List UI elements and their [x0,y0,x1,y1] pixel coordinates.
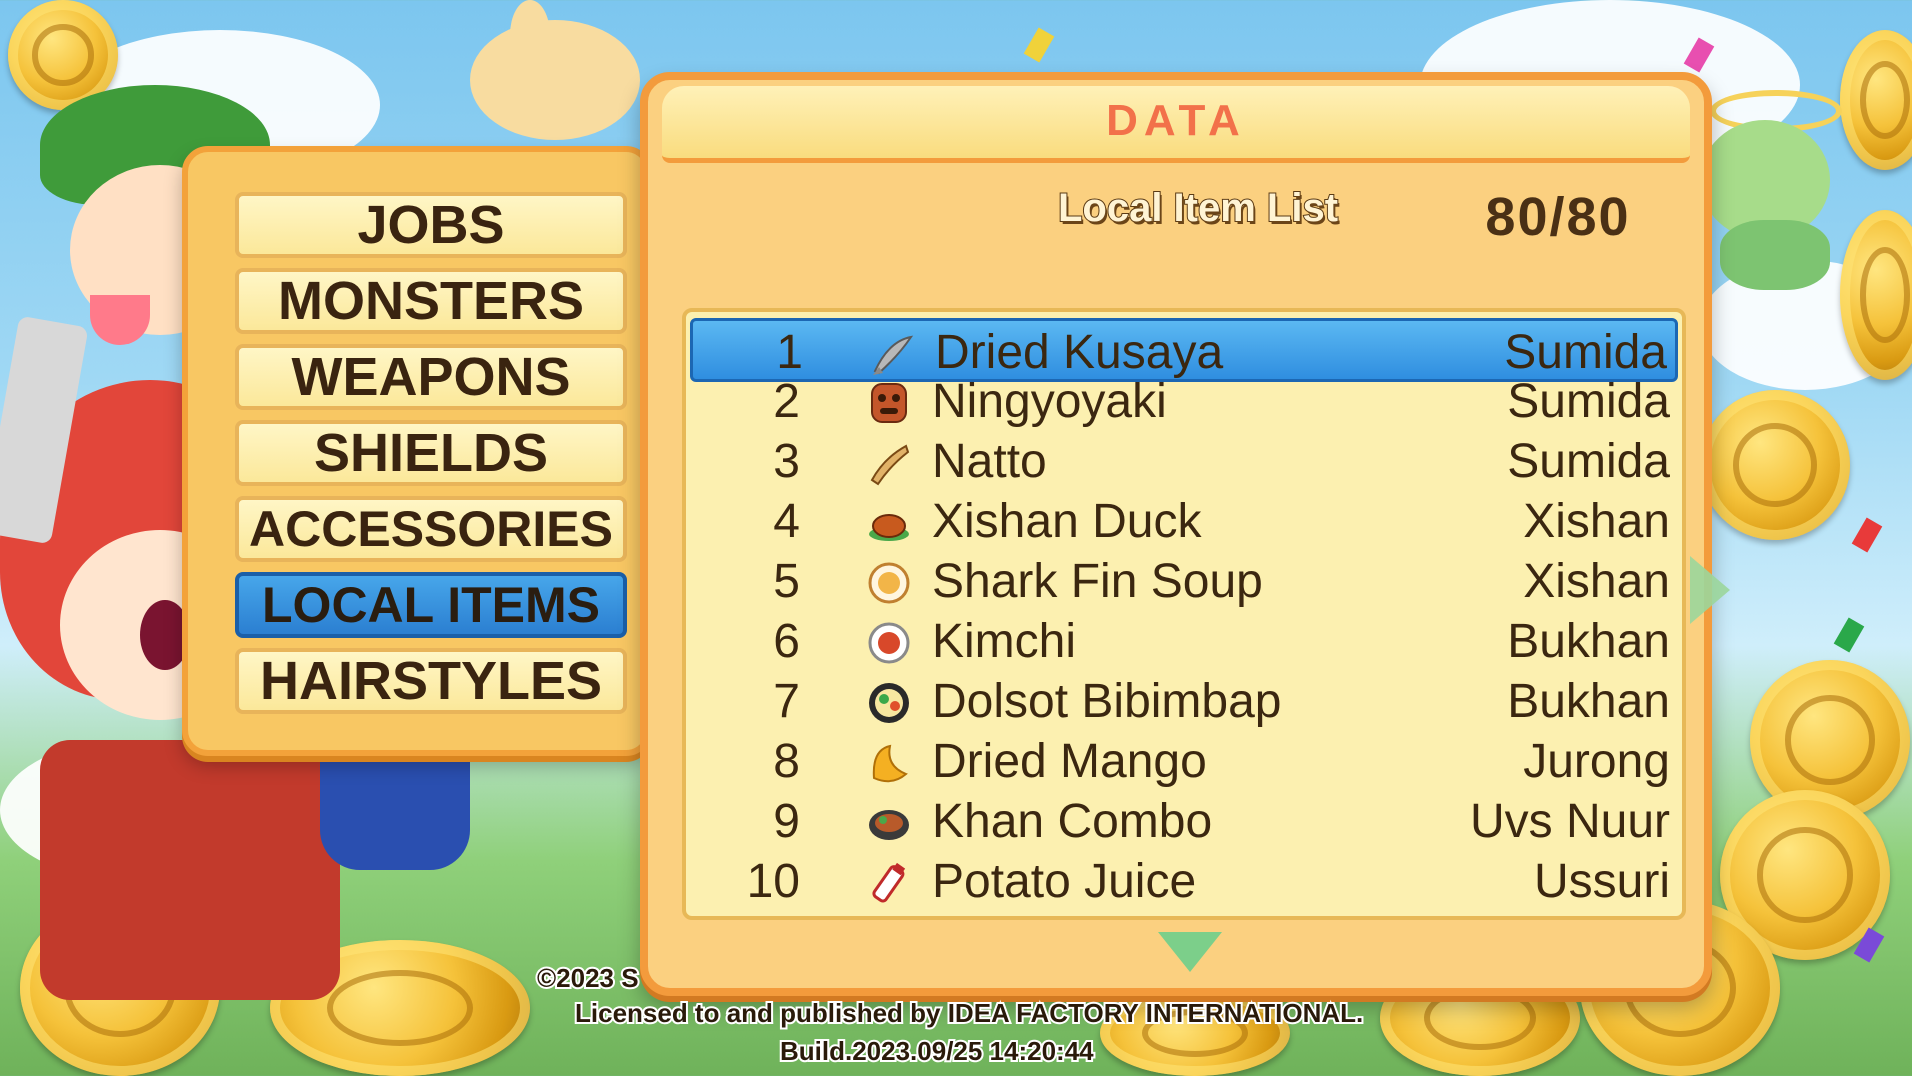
build-text: Build.2023.09/25 14:20:44 [778,1034,1096,1068]
list-row[interactable]: 6 Kimchi Bukhan [690,610,1678,674]
item-counter: 80/80 [1485,187,1631,247]
item-location: Bukhan [1507,675,1670,728]
list-row[interactable]: 10 Potato Juice Ussuri [690,850,1678,914]
mask-icon [866,380,912,426]
scroll-down-arrow-icon[interactable] [1158,932,1222,972]
list-heading: Local Item List [1057,185,1339,231]
row-number: 6 [773,615,800,668]
item-location: Ussuri [1533,855,1670,908]
row-number: 4 [773,495,800,548]
confetti [1833,617,1865,653]
menu-item-shields[interactable]: SHIELDS [235,420,627,486]
combo-plate-icon [866,800,912,846]
item-name: Ningyoyaki [932,375,1167,428]
item-location: Jurong [1523,735,1670,788]
data-panel: DATA Local Item List 80/80 1 Dried Kusay… [640,72,1712,996]
list-row[interactable]: 8 Dried Mango Jurong [690,730,1678,794]
juice-bottle-icon [866,860,912,906]
license-text: Licensed to and published by IDEA FACTOR… [573,996,1365,1030]
category-menu: JOBS MONSTERS WEAPONS SHIELDS ACCESSORIE… [182,146,652,756]
page-right-arrow-icon[interactable] [1690,556,1730,624]
item-name: Kimchi [932,615,1077,668]
item-location: Bukhan [1507,615,1670,668]
kimchi-icon [866,620,912,666]
item-location: Uvs Nuur [1469,795,1670,848]
list-row[interactable]: 3 Natto Sumida [690,430,1678,494]
item-location: Xishan [1523,495,1670,548]
item-location: Xishan [1523,555,1670,608]
confetti [1851,517,1883,553]
menu-item-weapons[interactable]: WEAPONS [235,344,627,410]
menu-item-monsters[interactable]: MONSTERS [235,268,627,334]
item-name: Natto [932,435,1047,488]
menu-item-hairstyles[interactable]: HAIRSTYLES [235,648,627,714]
row-number: 8 [773,735,800,788]
panel-title: DATA [1106,96,1246,145]
mango-icon [866,740,912,786]
gold-coin [1700,390,1850,540]
item-list: 1 Dried Kusaya Sumida 2 Ningyoyaki Sumid… [682,308,1686,920]
confetti [1023,27,1055,63]
item-location: Sumida [1507,375,1670,428]
item-name: Potato Juice [932,855,1197,908]
row-number: 3 [773,435,800,488]
menu-item-local-items[interactable]: LOCAL ITEMS [235,572,627,638]
soup-bowl-icon [866,560,912,606]
list-row[interactable]: 2 Ningyoyaki Sumida [690,370,1678,434]
item-name: Dried Mango [932,735,1207,788]
menu-item-accessories[interactable]: ACCESSORIES [235,496,627,562]
row-number: 9 [773,795,800,848]
bibimbap-icon [866,680,912,726]
bunny-mascot [450,0,650,150]
gold-coin [1840,30,1912,170]
panel-header: DATA [662,86,1690,163]
menu-item-jobs[interactable]: JOBS [235,192,627,258]
item-location: Sumida [1507,435,1670,488]
angel-character [1700,90,1850,290]
list-row[interactable]: 4 Xishan Duck Xishan [690,490,1678,554]
item-name: Xishan Duck [932,495,1202,548]
item-name: Shark Fin Soup [932,555,1263,608]
copyright-text: ©2023 S [535,961,641,995]
list-row[interactable]: 5 Shark Fin Soup Xishan [690,550,1678,614]
roast-duck-icon [866,500,912,546]
item-name: Dolsot Bibimbap [932,675,1282,728]
straw-pack-icon [866,440,912,486]
list-row[interactable]: 9 Khan Combo Uvs Nuur [690,790,1678,854]
item-name: Khan Combo [932,795,1213,848]
row-number: 5 [773,555,800,608]
list-row[interactable]: 7 Dolsot Bibimbap Bukhan [690,670,1678,734]
row-number: 7 [773,675,800,728]
row-number: 2 [773,375,800,428]
row-number: 10 [746,855,800,908]
